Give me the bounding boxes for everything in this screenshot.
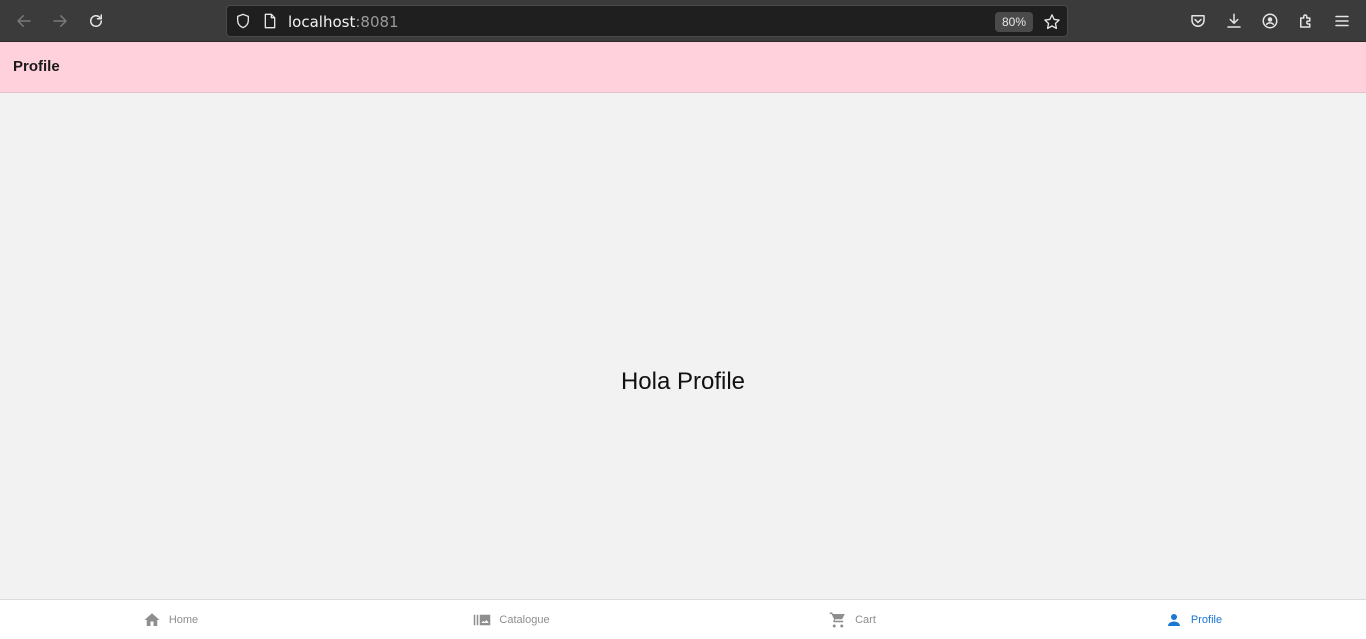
url-port: :8081 (355, 13, 399, 31)
puzzle-icon (1300, 14, 1311, 28)
url-text[interactable]: localhost:8081 (288, 12, 399, 32)
forward-button[interactable] (48, 9, 72, 33)
tab-catalogue-label: Catalogue (499, 614, 550, 626)
reload-button[interactable] (84, 9, 108, 33)
main-content: Hola Profile (0, 93, 1366, 599)
downloads-button[interactable] (1224, 11, 1244, 31)
tab-catalogue[interactable]: Catalogue (341, 600, 682, 639)
account-button[interactable] (1260, 11, 1280, 31)
back-button[interactable] (12, 9, 36, 33)
shield-icon[interactable] (235, 13, 251, 29)
cart-icon (829, 612, 845, 628)
tab-profile[interactable]: Profile (1023, 600, 1364, 639)
menu-button[interactable] (1332, 11, 1352, 31)
tab-cart[interactable]: Cart (682, 600, 1023, 639)
pocket-icon (1191, 15, 1205, 27)
bookmark-star-icon[interactable] (1043, 13, 1061, 31)
bottom-tab-bar: Home Catalogue Cart Profile (0, 599, 1366, 639)
reload-icon (90, 14, 102, 27)
extensions-button[interactable] (1296, 11, 1316, 31)
download-icon (1227, 13, 1241, 28)
tab-profile-label: Profile (1190, 614, 1223, 626)
tab-home-label: Home (168, 614, 199, 626)
address-bar[interactable]: localhost:8081 80% (226, 5, 1068, 37)
library-icon (474, 614, 491, 626)
arrow-right-icon (53, 15, 67, 27)
tab-cart-label: Cart (855, 614, 876, 626)
greeting-text: Hola Profile (620, 368, 746, 395)
app-header: Profile (0, 42, 1366, 93)
url-host: localhost (288, 13, 356, 31)
tab-home[interactable]: Home (0, 600, 341, 639)
arrow-left-icon (17, 15, 31, 27)
browser-toolbar: localhost:8081 80% (0, 0, 1366, 42)
hamburger-menu-icon (1335, 15, 1349, 27)
home-icon (144, 613, 160, 626)
person-icon (1167, 614, 1180, 626)
account-icon (1262, 13, 1278, 29)
pocket-button[interactable] (1188, 11, 1208, 31)
zoom-level-badge[interactable]: 80% (995, 12, 1033, 32)
page-icon[interactable] (263, 13, 277, 29)
page-title: Profile (13, 58, 60, 75)
